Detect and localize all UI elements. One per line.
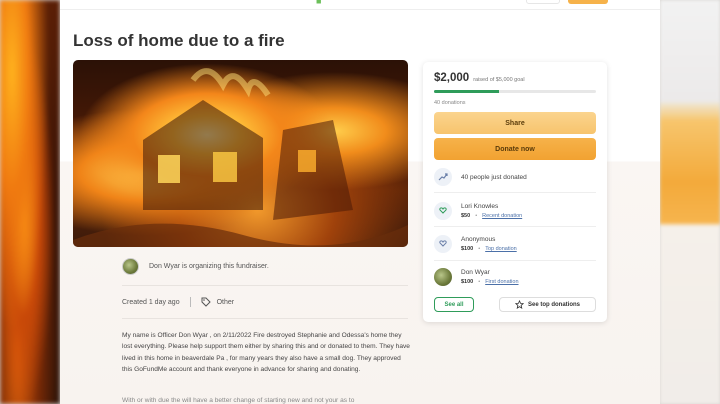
donor-name: Don Wyar [461,269,490,276]
see-all-button[interactable]: See all [434,297,474,312]
donor-name: Lori Knowles [461,203,499,210]
donations-count: 40 donations [434,100,466,106]
house-fire-illustration [73,68,408,247]
organizer-avatar[interactable] [122,258,139,275]
donation-tag-link[interactable]: Top donation [485,246,517,252]
page-title: Loss of home due to a fire [73,31,285,50]
story-text: My name is Officer Don Wyar , on 2/11/20… [122,332,410,373]
trending-icon [434,168,452,186]
share-button[interactable]: Share [434,112,596,134]
heart-hand-icon [434,202,452,220]
progress-bar [434,90,596,93]
nav-button-start[interactable] [568,0,608,4]
meta-separator [189,297,191,307]
divider [434,226,596,227]
donor-row: Lori Knowles $50 • Recent donation [434,202,596,220]
nav-button-outline[interactable] [526,0,560,4]
donor-row: Don Wyar $100 • First donation [434,268,596,286]
heart-hand-icon [434,235,452,253]
donor-amount: $100 [461,279,474,285]
organizer-line: Don Wyar is organizing this fundraiser. [122,258,269,275]
donor-avatar [434,268,452,286]
organizer-text: Don Wyar is organizing this fundraiser. [149,263,269,270]
see-top-donations-label: See top donations [527,301,580,308]
divider [122,285,408,286]
fundraiser-meta: Created 1 day ago Other [122,297,234,307]
story-text-continued: With or with due the will have a better … [122,397,355,404]
donation-tag-link[interactable]: Recent donation [482,213,522,219]
top-navbar: ■ [60,0,660,10]
background-blur-right [660,0,720,404]
recent-activity: 40 people just donated [434,168,596,186]
goal-text: raised of $5,000 goal [473,77,525,83]
donor-row: Anonymous $100 • Top donation [434,235,596,253]
see-top-donations-button[interactable]: See top donations [499,297,596,312]
donation-tag-link[interactable]: First donation [485,279,518,285]
tag-icon [201,297,211,307]
logo[interactable]: ■ [316,0,321,6]
donate-button[interactable]: Donate now [434,138,596,160]
donor-amount: $50 [461,213,471,219]
recent-summary: 40 people just donated [461,173,527,181]
category-link[interactable]: Other [217,299,235,306]
donation-card: $2,000 raised of $5,000 goal 40 donation… [423,62,607,322]
fundraiser-page: ■ Loss of home due to a fire Don Wyar is… [60,0,660,404]
created-date: Created 1 day ago [122,298,180,306]
donor-amount: $100 [461,246,474,252]
amount-raised: $2,000 raised of $5,000 goal [434,72,525,84]
divider [122,318,408,319]
fundraiser-hero-image [73,60,408,247]
star-icon [514,300,524,309]
progress-fill [434,90,499,93]
raised-amount: $2,000 [434,72,470,84]
divider [434,260,596,261]
divider [434,192,596,193]
background-blur-left [0,0,60,404]
donor-name: Anonymous [461,236,496,243]
